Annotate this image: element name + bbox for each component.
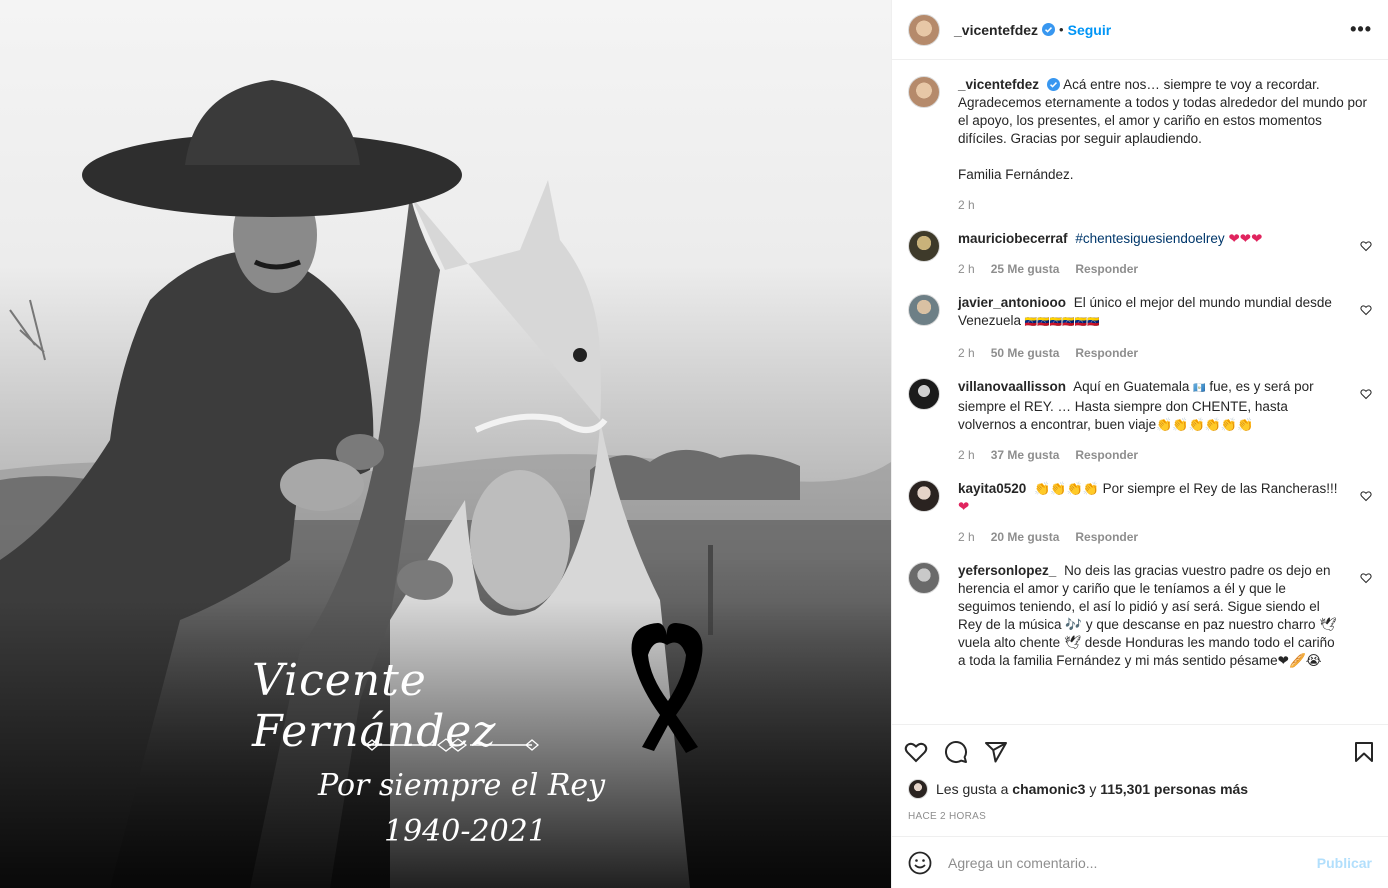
caption-username[interactable]: _vicentefdez — [958, 77, 1039, 92]
comment-time[interactable]: 2 h — [958, 344, 975, 362]
avatar[interactable] — [908, 294, 940, 326]
reply-button[interactable]: Responder — [1075, 528, 1138, 546]
caption-signature: Familia Fernández. — [958, 167, 1074, 182]
avatar[interactable] — [908, 378, 940, 410]
comment-row: javier_antoniooo El único el mejor del m… — [908, 294, 1372, 362]
avatar[interactable] — [908, 562, 940, 594]
share-paper-plane-icon[interactable] — [984, 740, 1008, 764]
comment-emoji: ❤🥖😭 — [1277, 653, 1322, 668]
post-timestamp[interactable]: HACE 2 HORAS — [904, 811, 1376, 822]
like-comment-heart-icon[interactable] — [1360, 572, 1372, 584]
memorial-years: 1940-2021 — [384, 814, 547, 849]
action-icons — [904, 735, 1376, 769]
caption: _vicentefdez Acá entre nos… siempre te v… — [908, 76, 1372, 214]
comment-text: Por siempre el Rey de las Rancheras!!! — [1102, 481, 1338, 496]
mourning-ribbon-icon — [631, 623, 703, 753]
likes-count[interactable]: 115,301 personas más — [1100, 781, 1248, 797]
like-comment-heart-icon[interactable] — [1360, 388, 1372, 400]
avatar[interactable] — [908, 480, 940, 512]
comment-row: villanovaallisson Aquí en Guatemala 🇬🇹 f… — [908, 378, 1372, 464]
add-comment-bar: Publicar — [892, 836, 1388, 888]
header-username[interactable]: _vicentefdez — [954, 22, 1038, 38]
ornament-divider — [364, 738, 540, 752]
comment-emoji: 👏👏👏👏👏👏 — [1156, 417, 1254, 432]
comment-likes[interactable]: 50 Me gusta — [991, 344, 1060, 362]
comment-likes[interactable]: 20 Me gusta — [991, 528, 1060, 546]
comment-username[interactable]: javier_antoniooo — [958, 295, 1066, 310]
comment-time[interactable]: 2 h — [958, 260, 975, 278]
post-side-panel: _vicentefdez • Seguir ••• _vicentefdez A… — [891, 0, 1388, 888]
reply-button[interactable]: Responder — [1075, 260, 1138, 278]
comments-list[interactable]: _vicentefdez Acá entre nos… siempre te v… — [892, 60, 1388, 724]
verified-badge-icon — [1042, 23, 1056, 36]
like-comment-heart-icon[interactable] — [1360, 240, 1372, 252]
comment-input[interactable] — [948, 854, 1317, 871]
liker-avatar[interactable] — [908, 779, 928, 799]
emoji-smiley-icon[interactable] — [908, 851, 932, 875]
comment-emoji: ❤ — [958, 499, 970, 514]
verified-badge-icon — [1047, 78, 1061, 91]
more-options-icon[interactable]: ••• — [1350, 19, 1372, 40]
memorial-subtitle: Por siempre el Rey — [318, 768, 606, 803]
comment-emoji: 🇻🇪🇻🇪🇻🇪🇻🇪🇻🇪🇻🇪 — [1024, 317, 1100, 328]
follow-button[interactable]: Seguir — [1068, 22, 1112, 38]
instagram-post: Vicente Fernández Por siempre el Rey 194… — [0, 0, 1388, 888]
likes-middle: y — [1089, 781, 1097, 797]
save-bookmark-icon[interactable] — [1352, 740, 1376, 764]
comment-bubble-icon[interactable] — [944, 740, 968, 764]
header-separator: • — [1059, 22, 1064, 37]
comment-hashtag[interactable]: #chentesiguesiendoelrey — [1075, 231, 1224, 246]
flag-emoji: 🇬🇹 — [1193, 383, 1206, 394]
comment-likes[interactable]: 37 Me gusta — [991, 446, 1060, 464]
like-heart-icon[interactable] — [904, 740, 928, 764]
avatar[interactable] — [908, 230, 940, 262]
comment-time[interactable]: 2 h — [958, 528, 975, 546]
likes-prefix: Les gusta a — [936, 781, 1009, 797]
post-photo[interactable]: Vicente Fernández Por siempre el Rey 194… — [0, 0, 891, 888]
comment-username[interactable]: yefersonlopez_ — [958, 563, 1056, 578]
reply-button[interactable]: Responder — [1075, 446, 1138, 464]
caption-time[interactable]: 2 h — [958, 196, 975, 214]
comment-emoji-prefix: 👏👏👏👏 — [1034, 481, 1099, 496]
likes-summary: Les gusta a chamonic3 y 115,301 personas… — [904, 779, 1376, 799]
comment-row: kayita0520 👏👏👏👏 Por siempre el Rey de la… — [908, 480, 1372, 546]
comment-username[interactable]: kayita0520 — [958, 481, 1026, 496]
comment-row: mauriciobecerraf #chentesiguesiendoelrey… — [908, 230, 1372, 278]
liker-username[interactable]: chamonic3 — [1012, 781, 1085, 797]
like-comment-heart-icon[interactable] — [1360, 304, 1372, 316]
comment-time[interactable]: 2 h — [958, 446, 975, 464]
like-comment-heart-icon[interactable] — [1360, 490, 1372, 502]
comment-text: Aquí en Guatemala — [1073, 379, 1190, 394]
comment-row: yefersonlopez_ No deis las gracias vuest… — [908, 562, 1372, 670]
post-actions: Les gusta a chamonic3 y 115,301 personas… — [892, 724, 1388, 822]
post-header: _vicentefdez • Seguir ••• — [892, 0, 1388, 60]
avatar[interactable] — [908, 13, 940, 46]
comment-username[interactable]: villanovaallisson — [958, 379, 1066, 394]
avatar[interactable] — [908, 76, 940, 108]
publish-button[interactable]: Publicar — [1317, 855, 1372, 871]
comment-emoji: ❤❤❤ — [1228, 231, 1263, 246]
comment-username[interactable]: mauriciobecerraf — [958, 231, 1068, 246]
reply-button[interactable]: Responder — [1075, 344, 1138, 362]
comment-likes[interactable]: 25 Me gusta — [991, 260, 1060, 278]
